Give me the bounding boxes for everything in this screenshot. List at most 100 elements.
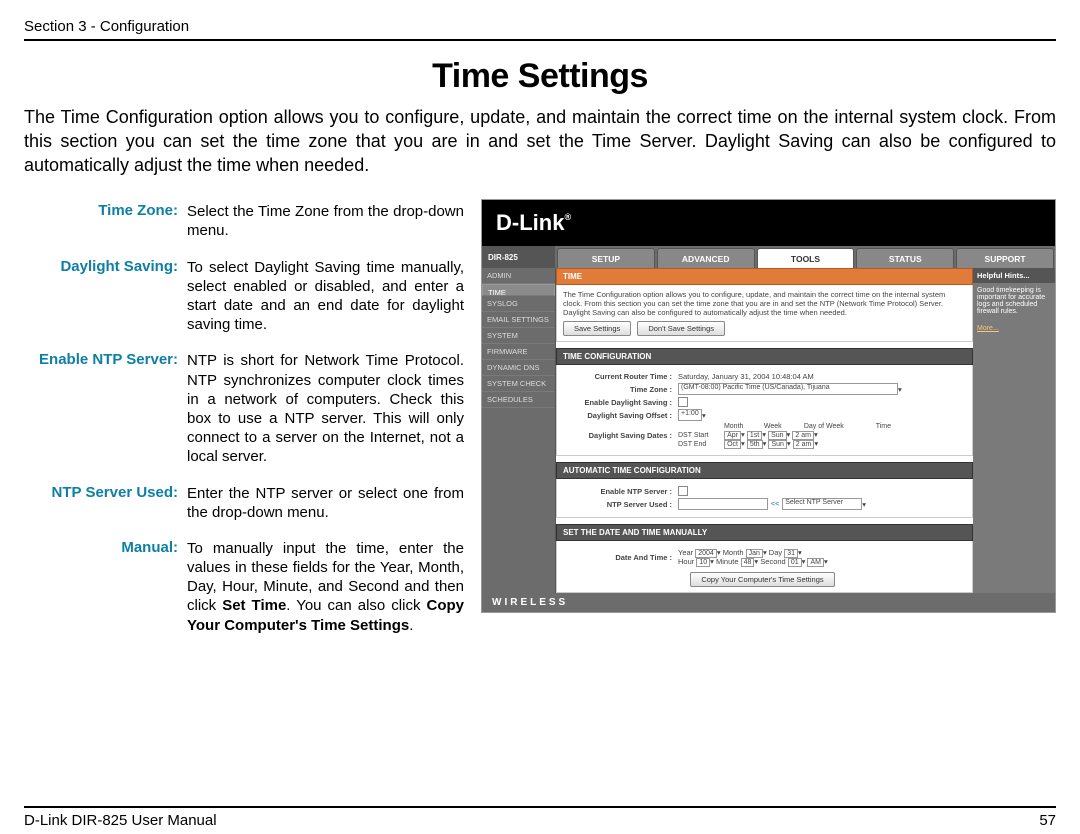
- tab-advanced[interactable]: ADVANCED: [657, 248, 755, 268]
- chevron-down-icon[interactable]: ▾: [741, 439, 745, 448]
- hour-select[interactable]: 10: [696, 558, 710, 567]
- chevron-down-icon[interactable]: ▾: [787, 430, 791, 439]
- timezone-select[interactable]: (GMT-08:00) Pacific Time (US/Canada), Ti…: [678, 383, 898, 395]
- ntp-link[interactable]: <<: [771, 501, 779, 508]
- def-label-enable-ntp: Enable NTP Server:: [26, 350, 184, 480]
- header-rule: [24, 39, 1056, 41]
- def-text-manual: To manually input the time, enter the va…: [186, 538, 465, 649]
- dst-end-week[interactable]: 5th: [747, 440, 763, 449]
- registered-icon: ®: [564, 212, 571, 222]
- hints-more-link[interactable]: More...: [977, 325, 1051, 332]
- ampm-select[interactable]: AM: [807, 558, 824, 567]
- chevron-down-icon[interactable]: ▾: [798, 548, 802, 557]
- def-label-manual: Manual:: [26, 538, 184, 649]
- def-text-enable-ntp: NTP is short for Network Time Protocol. …: [186, 350, 465, 480]
- panel-auto-head: AUTOMATIC TIME CONFIGURATION: [556, 462, 973, 479]
- sidebar-item-ddns[interactable]: DYNAMIC DNS: [482, 360, 555, 376]
- col-month: Month: [724, 423, 762, 430]
- enable-ntp-label: Enable NTP Server :: [563, 487, 678, 496]
- current-time-value: Saturday, January 31, 2004 10:48:04 AM: [678, 372, 814, 381]
- chevron-down-icon[interactable]: ▾: [717, 548, 721, 557]
- sidebar-item-syslog[interactable]: SYSLOG: [482, 296, 555, 312]
- footer-manual: D-Link DIR-825 User Manual: [24, 812, 217, 829]
- col-dayofweek: Day of Week: [804, 423, 874, 430]
- sidebar-item-schedules[interactable]: SCHEDULES: [482, 392, 555, 408]
- ds-dates-label: Daylight Saving Dates :: [563, 431, 678, 440]
- hour-label: Hour: [678, 557, 694, 566]
- second-select[interactable]: 01: [788, 558, 802, 567]
- chevron-down-icon[interactable]: ▾: [741, 430, 745, 439]
- chevron-down-icon[interactable]: ▾: [710, 557, 714, 566]
- sidebar-item-admin[interactable]: ADMIN: [482, 268, 555, 284]
- chevron-down-icon[interactable]: ▾: [754, 557, 758, 566]
- datetime-label: Date And Time :: [563, 553, 678, 562]
- sidebar-item-email[interactable]: EMAIL SETTINGS: [482, 312, 555, 328]
- timezone-label: Time Zone :: [563, 385, 678, 394]
- chevron-down-icon[interactable]: ▾: [763, 439, 767, 448]
- chevron-down-icon[interactable]: ▾: [862, 500, 866, 509]
- chevron-down-icon[interactable]: ▾: [702, 411, 706, 420]
- second-label: Second: [760, 557, 785, 566]
- brand-logo: D-Link: [496, 210, 564, 235]
- dst-end-label: DST End: [678, 441, 722, 448]
- tab-support[interactable]: SUPPORT: [956, 248, 1054, 268]
- enable-ds-label: Enable Daylight Saving :: [563, 398, 678, 407]
- dont-save-button[interactable]: Don't Save Settings: [637, 321, 725, 336]
- dst-start-label: DST Start: [678, 432, 722, 439]
- chevron-down-icon[interactable]: ▾: [814, 430, 818, 439]
- chevron-down-icon[interactable]: ▾: [898, 385, 902, 394]
- manual-text-b: . You can also click: [286, 597, 426, 614]
- page-title: Time Settings: [24, 57, 1056, 96]
- def-label-timezone: Time Zone:: [26, 201, 184, 254]
- month-label: Month: [723, 548, 744, 557]
- chevron-down-icon[interactable]: ▾: [802, 557, 806, 566]
- model-label: DIR-825: [482, 246, 556, 268]
- definitions-column: Time Zone: Select the Time Zone from the…: [24, 199, 467, 651]
- def-text-timezone: Select the Time Zone from the drop-down …: [186, 201, 465, 254]
- manual-bold-settime: Set Time: [222, 597, 286, 614]
- chevron-down-icon[interactable]: ▾: [824, 557, 828, 566]
- day-select[interactable]: 31: [784, 549, 798, 558]
- def-label-daylight: Daylight Saving:: [26, 257, 184, 349]
- current-time-label: Current Router Time :: [563, 372, 678, 381]
- wireless-footer: WIRELESS: [482, 593, 1055, 612]
- enable-ntp-checkbox[interactable]: [678, 486, 688, 496]
- hints-body: Good timekeeping is important for accura…: [977, 287, 1051, 315]
- sidebar-item-time[interactable]: TIME: [482, 284, 555, 296]
- save-settings-button[interactable]: Save Settings: [563, 321, 631, 336]
- chevron-down-icon[interactable]: ▾: [763, 548, 767, 557]
- tab-setup[interactable]: SETUP: [557, 248, 655, 268]
- ntp-used-label: NTP Server Used :: [563, 500, 678, 509]
- brand-bar: D-Link®: [482, 200, 1055, 246]
- dst-end-month[interactable]: Oct: [724, 440, 741, 449]
- hints-head: Helpful Hints...: [973, 268, 1055, 283]
- col-time: Time: [876, 423, 891, 430]
- minute-select[interactable]: 48: [741, 558, 755, 567]
- panel-cfg-head: TIME CONFIGURATION: [556, 348, 973, 365]
- ds-offset-select[interactable]: +1:00: [678, 409, 702, 421]
- sidebar-item-syscheck[interactable]: SYSTEM CHECK: [482, 376, 555, 392]
- chevron-down-icon[interactable]: ▾: [814, 439, 818, 448]
- ntp-server-input[interactable]: [678, 498, 768, 510]
- footer-page: 57: [1039, 812, 1056, 829]
- chevron-down-icon[interactable]: ▾: [787, 439, 791, 448]
- panel-time-body: The Time Configuration option allows you…: [563, 290, 966, 317]
- panel-time-head: TIME: [556, 268, 973, 285]
- tab-tools[interactable]: TOOLS: [757, 248, 855, 268]
- sidebar-item-firmware[interactable]: FIRMWARE: [482, 344, 555, 360]
- section-header: Section 3 - Configuration: [24, 18, 1056, 35]
- dst-end-dow[interactable]: Sun: [768, 440, 786, 449]
- sidebar-item-system[interactable]: SYSTEM: [482, 328, 555, 344]
- dst-end-time[interactable]: 2 am: [793, 440, 815, 449]
- manual-text-c: .: [409, 617, 413, 634]
- copy-time-button[interactable]: Copy Your Computer's Time Settings: [690, 572, 834, 587]
- year-select[interactable]: 2004: [695, 549, 717, 558]
- ntp-server-select[interactable]: Select NTP Server: [782, 498, 862, 510]
- chevron-down-icon[interactable]: ▾: [762, 430, 766, 439]
- enable-ds-checkbox[interactable]: [678, 397, 688, 407]
- year-label: Year: [678, 548, 693, 557]
- sidebar: ADMIN TIME SYSLOG EMAIL SETTINGS SYSTEM …: [482, 268, 556, 593]
- day-label: Day: [769, 548, 782, 557]
- tab-status[interactable]: STATUS: [856, 248, 954, 268]
- def-text-ntp-used: Enter the NTP server or select one from …: [186, 483, 465, 536]
